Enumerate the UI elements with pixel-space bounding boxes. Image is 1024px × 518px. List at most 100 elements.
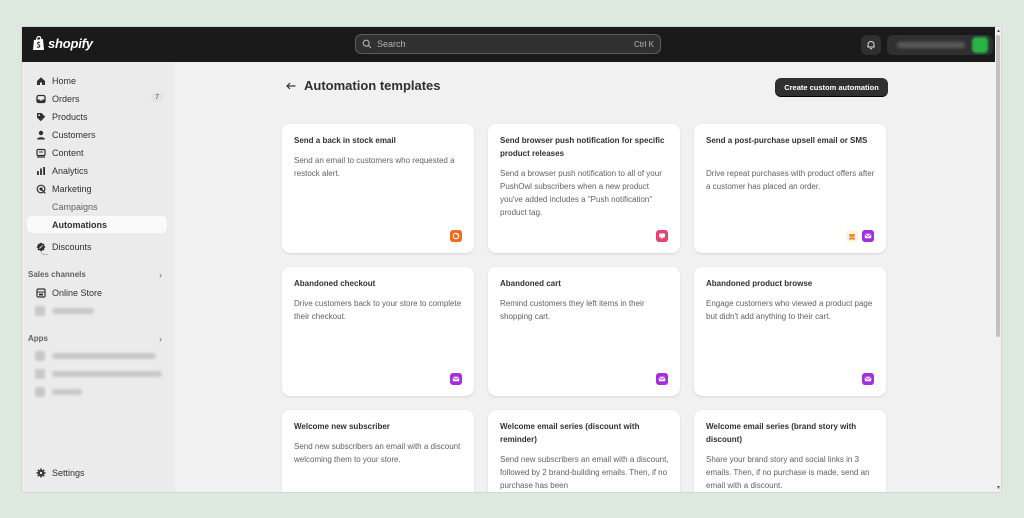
upsell-app-icon [846, 230, 858, 242]
card-description: Send an email to customers who requested… [294, 156, 455, 178]
page-title: Automation templates [304, 78, 441, 93]
main-content: Automation templates Create custom autom… [175, 62, 995, 492]
notifications-button[interactable] [861, 35, 881, 55]
sidebar-item-label: Products [52, 111, 88, 122]
scroll-down-arrow-icon[interactable]: ▼ [996, 485, 1001, 491]
scroll-up-arrow-icon[interactable]: ▲ [996, 28, 1001, 34]
chevron-right-icon: › [159, 334, 162, 344]
card-title: Welcome new subscriber [294, 422, 390, 431]
redacted-app [35, 386, 82, 397]
sidebar-item-label: Online Store [52, 287, 103, 298]
card-description: Engage customers who viewed a product pa… [706, 299, 873, 321]
search-shortcut: Ctrl K [634, 39, 654, 49]
redacted-channel [35, 305, 94, 316]
target-icon [36, 184, 46, 194]
card-title: Send browser push notification for speci… [500, 136, 665, 158]
top-bar: shopify Search Ctrl K [22, 27, 995, 62]
sidebar-item-label: Home [52, 75, 77, 86]
email-app-icon [862, 373, 874, 385]
tag-icon [36, 112, 45, 121]
template-card[interactable]: Send a post-purchase upsell email or SMS… [694, 124, 886, 253]
card-description: Send new subscribers an email with a dis… [500, 455, 669, 490]
content-icon [35, 148, 46, 158]
sidebar-item-settings[interactable]: Settings [27, 464, 167, 481]
gear-icon [36, 468, 45, 477]
search-input[interactable]: Search Ctrl K [355, 34, 661, 54]
shopify-logo[interactable]: shopify [32, 36, 93, 51]
search-icon [362, 39, 372, 49]
sidebar-item-customers[interactable]: Customers [27, 126, 167, 143]
scroll-thumb[interactable] [996, 35, 1000, 337]
orders-icon [35, 94, 46, 103]
sales-channels-header[interactable]: Sales channels › [28, 270, 162, 280]
apps-header[interactable]: Apps › [28, 334, 162, 344]
page-header: Automation templates [285, 78, 441, 93]
pushowl-app-icon [656, 230, 668, 242]
redacted-app [35, 350, 156, 361]
card-title: Welcome email series (discount with remi… [500, 422, 640, 444]
template-card[interactable]: Welcome new subscriber Send new subscrib… [282, 410, 474, 492]
sidebar-item-marketing[interactable]: Marketing [27, 180, 167, 197]
create-custom-automation-button[interactable]: Create custom automation [775, 78, 888, 96]
redacted-app [35, 368, 162, 379]
discount-icon [36, 242, 45, 251]
person-icon [36, 130, 45, 139]
chevron-right-icon: › [159, 270, 162, 280]
card-title: Abandoned checkout [294, 279, 376, 288]
template-card[interactable]: Welcome email series (brand story with d… [694, 410, 886, 492]
sidebar-item-label: Settings [52, 467, 85, 478]
card-title: Abandoned cart [500, 279, 561, 288]
page-scrollbar[interactable]: ▲ ▼ [995, 27, 1001, 492]
card-description: Drive repeat purchases with product offe… [706, 169, 875, 191]
sidebar-item-label: Analytics [52, 165, 89, 176]
card-description: Share your brand story and social links … [706, 455, 870, 490]
browser-window: shopify Search Ctrl K Home Orders 7 Prod… [22, 27, 1001, 492]
sidebar-item-home[interactable]: Home [27, 72, 167, 89]
bar-chart-icon [36, 166, 45, 175]
email-app-icon [862, 230, 874, 242]
template-card[interactable]: Send browser push notification for speci… [488, 124, 680, 253]
bell-icon [867, 40, 875, 50]
sidebar-subitem-label: Automations [52, 219, 107, 230]
sidebar-item-label: Customers [52, 129, 96, 140]
template-card[interactable]: Abandoned checkout Drive customers back … [282, 267, 474, 396]
avatar [972, 37, 988, 53]
sidebar-item-label: Orders [52, 93, 80, 104]
back-arrow-icon[interactable] [285, 80, 297, 92]
shopify-bag-icon [33, 36, 44, 50]
sidebar-item-label: Discounts [52, 241, 92, 252]
sidebar-item-analytics[interactable]: Analytics [27, 162, 167, 179]
sidebar-item-automations[interactable]: Automations [27, 216, 167, 233]
orders-count-badge: 7 [151, 93, 163, 102]
template-card[interactable]: Abandoned cart Remind customers they lef… [488, 267, 680, 396]
sidebar-item-label: Marketing [52, 183, 92, 194]
card-description: Send a browser push notification to all … [500, 169, 662, 217]
sidebar-item-content[interactable]: Content [27, 144, 167, 161]
sidebar-item-online-store[interactable]: Online Store [27, 284, 167, 301]
card-title: Welcome email series (brand story with d… [706, 422, 857, 444]
template-card[interactable]: Welcome email series (discount with remi… [488, 410, 680, 492]
sidebar-item-products[interactable]: Products [27, 108, 167, 125]
email-app-icon [656, 373, 668, 385]
sidebar: Home Orders 7 Products Customers Content… [22, 62, 175, 492]
sidebar-item-campaigns[interactable]: Campaigns [27, 198, 167, 215]
template-card[interactable]: Send a back in stock email Send an email… [282, 124, 474, 253]
card-title: Abandoned product browse [706, 279, 813, 288]
apps-label: Apps [28, 334, 48, 343]
home-icon [36, 76, 45, 85]
card-title: Send a post-purchase upsell email or SMS [706, 136, 868, 145]
account-menu[interactable] [887, 35, 993, 55]
store-icon [35, 287, 46, 298]
template-card[interactable]: Abandoned product browse Engage customer… [694, 267, 886, 396]
sidebar-item-label: Content [52, 147, 84, 158]
card-description: Send new subscribers an email with a dis… [294, 442, 461, 464]
search-placeholder: Search [377, 39, 406, 49]
sidebar-subitem-label: Campaigns [52, 201, 98, 212]
card-title: Send a back in stock email [294, 136, 396, 145]
card-description: Remind customers they left items in thei… [500, 299, 645, 321]
sidebar-item-orders[interactable]: Orders 7 [27, 90, 167, 107]
store-name-redacted [897, 42, 965, 48]
sidebar-item-discounts[interactable]: Discounts [27, 238, 167, 255]
sales-channels-label: Sales channels [28, 270, 86, 279]
card-description: Drive customers back to your store to co… [294, 299, 462, 321]
